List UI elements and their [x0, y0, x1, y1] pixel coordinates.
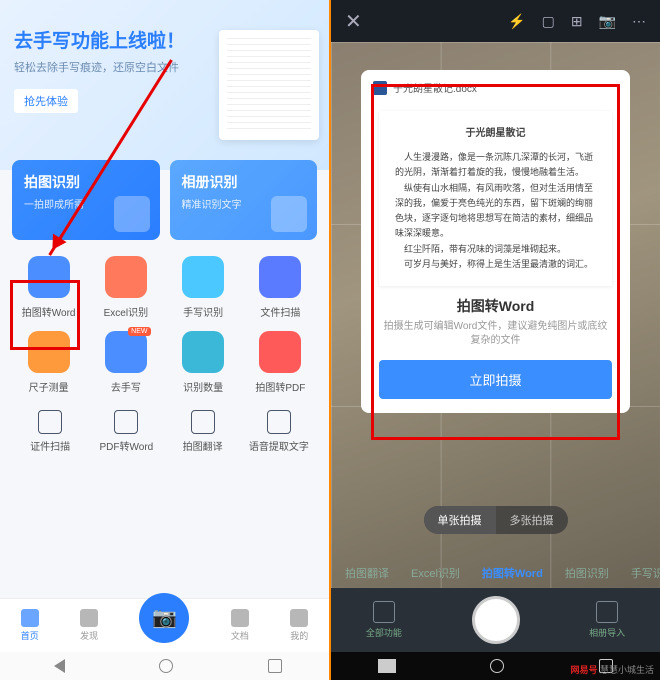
- feature-icon: [259, 331, 301, 373]
- feature-label: 文件扫描: [244, 304, 317, 319]
- tool-icon: [267, 410, 291, 434]
- mode-single[interactable]: 单张拍摄: [424, 506, 496, 534]
- home-key[interactable]: [159, 659, 173, 673]
- home-key[interactable]: [490, 659, 504, 673]
- shutter-button[interactable]: [472, 596, 520, 644]
- watermark: 网易号 慧慧小城生活: [570, 663, 654, 676]
- user-icon: [290, 609, 308, 627]
- feature-icon: [182, 256, 224, 298]
- tool-拍图翻译[interactable]: 拍图翻译: [165, 410, 241, 453]
- feature-识别数量[interactable]: 识别数量: [167, 331, 240, 394]
- tab-docs[interactable]: 文档: [231, 609, 249, 642]
- album-import-button[interactable]: 相册导入: [589, 601, 625, 639]
- magnifier-icon: [271, 196, 307, 232]
- docs-icon: [231, 609, 249, 627]
- card-album-ocr[interactable]: 相册识别 精准识别文字: [170, 160, 318, 240]
- banner-illustration: [219, 30, 319, 140]
- strip-item[interactable]: 拍图转Word: [482, 565, 543, 581]
- annotation-highlight-box: [10, 280, 80, 350]
- camera-icon: [114, 196, 150, 232]
- tool-label: PDF转Word: [88, 438, 164, 453]
- tool-icon: [191, 410, 215, 434]
- image-icon: [596, 601, 618, 623]
- camera-flip-icon[interactable]: 📷: [599, 13, 616, 30]
- feature-icon: [105, 331, 147, 373]
- feature-拍图转PDF[interactable]: 拍图转PDF: [244, 331, 317, 394]
- feature-Excel识别[interactable]: Excel识别: [89, 256, 162, 319]
- tool-label: 语音提取文字: [241, 438, 317, 453]
- card-title: 拍图识别: [24, 172, 148, 192]
- tool-label: 证件扫描: [12, 438, 88, 453]
- bottom-tabbar: 首页 发现 📷 文档 我的: [0, 598, 329, 652]
- more-icon[interactable]: ⋯: [632, 13, 646, 30]
- left-screenshot: 去手写功能上线啦！ 轻松去除手写痕迹，还原空白文件 抢先体验 拍图识别 一拍即成…: [0, 0, 331, 680]
- camera-bottom-bar: 全部功能 相册导入: [331, 588, 660, 652]
- feature-文件扫描[interactable]: 文件扫描: [244, 256, 317, 319]
- feature-label: 尺子测量: [12, 379, 85, 394]
- close-icon[interactable]: ✕: [345, 9, 362, 34]
- capture-mode-toggle[interactable]: 单张拍摄 多张拍摄: [424, 506, 568, 534]
- promo-banner[interactable]: 去手写功能上线啦！ 轻松去除手写痕迹，还原空白文件 抢先体验: [0, 0, 329, 170]
- flash-icon[interactable]: ⚡: [508, 13, 525, 30]
- new-badge: NEW: [128, 327, 150, 336]
- strip-item[interactable]: 拍图识别: [565, 565, 609, 581]
- strip-item[interactable]: 手写识别: [631, 565, 660, 581]
- tool-PDF转Word[interactable]: PDF转Word: [88, 410, 164, 453]
- strip-item[interactable]: Excel识别: [411, 565, 460, 581]
- annotation-highlight-box: [371, 84, 620, 440]
- back-key[interactable]: [378, 659, 396, 673]
- back-key[interactable]: [47, 659, 65, 673]
- feature-去手写[interactable]: 去手写NEW: [89, 331, 162, 394]
- feature-label: 去手写: [89, 379, 162, 394]
- grid-icon: [373, 601, 395, 623]
- banner-cta-button[interactable]: 抢先体验: [14, 89, 78, 113]
- feature-label: 识别数量: [167, 379, 240, 394]
- tool-语音提取文字[interactable]: 语音提取文字: [241, 410, 317, 453]
- android-navbar: [0, 652, 329, 680]
- tool-icon: [38, 410, 62, 434]
- tab-home[interactable]: 首页: [21, 609, 39, 642]
- feature-icon: [182, 331, 224, 373]
- card-title: 相册识别: [182, 172, 306, 192]
- feature-label: Excel识别: [89, 304, 162, 319]
- home-icon: [21, 609, 39, 627]
- grid-icon[interactable]: ⊞: [571, 13, 583, 30]
- camera-plus-icon: 📷: [152, 605, 177, 630]
- strip-item[interactable]: 拍图翻译: [345, 565, 389, 581]
- recent-key[interactable]: [268, 659, 282, 673]
- tool-label: 拍图翻译: [165, 438, 241, 453]
- discover-icon: [80, 609, 98, 627]
- tool-证件扫描[interactable]: 证件扫描: [12, 410, 88, 453]
- feature-label: 拍图转PDF: [244, 379, 317, 394]
- function-strip[interactable]: 拍图翻译 Excel识别 拍图转Word 拍图识别 手写识别: [331, 558, 660, 588]
- crop-icon[interactable]: ▢: [542, 13, 555, 30]
- camera-topbar: ✕ ⚡ ▢ ⊞ 📷 ⋯: [331, 0, 660, 42]
- tab-me[interactable]: 我的: [290, 609, 308, 642]
- tab-camera-button[interactable]: 📷: [139, 593, 189, 643]
- feature-icon: [259, 256, 301, 298]
- feature-手写识别[interactable]: 手写识别: [167, 256, 240, 319]
- right-screenshot: ✕ ⚡ ▢ ⊞ 📷 ⋯ 于光朗星散记.docx 于光朗星散记 人生漫漫路，像是一…: [331, 0, 660, 680]
- feature-icon: [105, 256, 147, 298]
- feature-label: 手写识别: [167, 304, 240, 319]
- all-functions-button[interactable]: 全部功能: [366, 601, 402, 639]
- mode-multi[interactable]: 多张拍摄: [496, 506, 568, 534]
- tool-icon: [114, 410, 138, 434]
- tab-discover[interactable]: 发现: [80, 609, 98, 642]
